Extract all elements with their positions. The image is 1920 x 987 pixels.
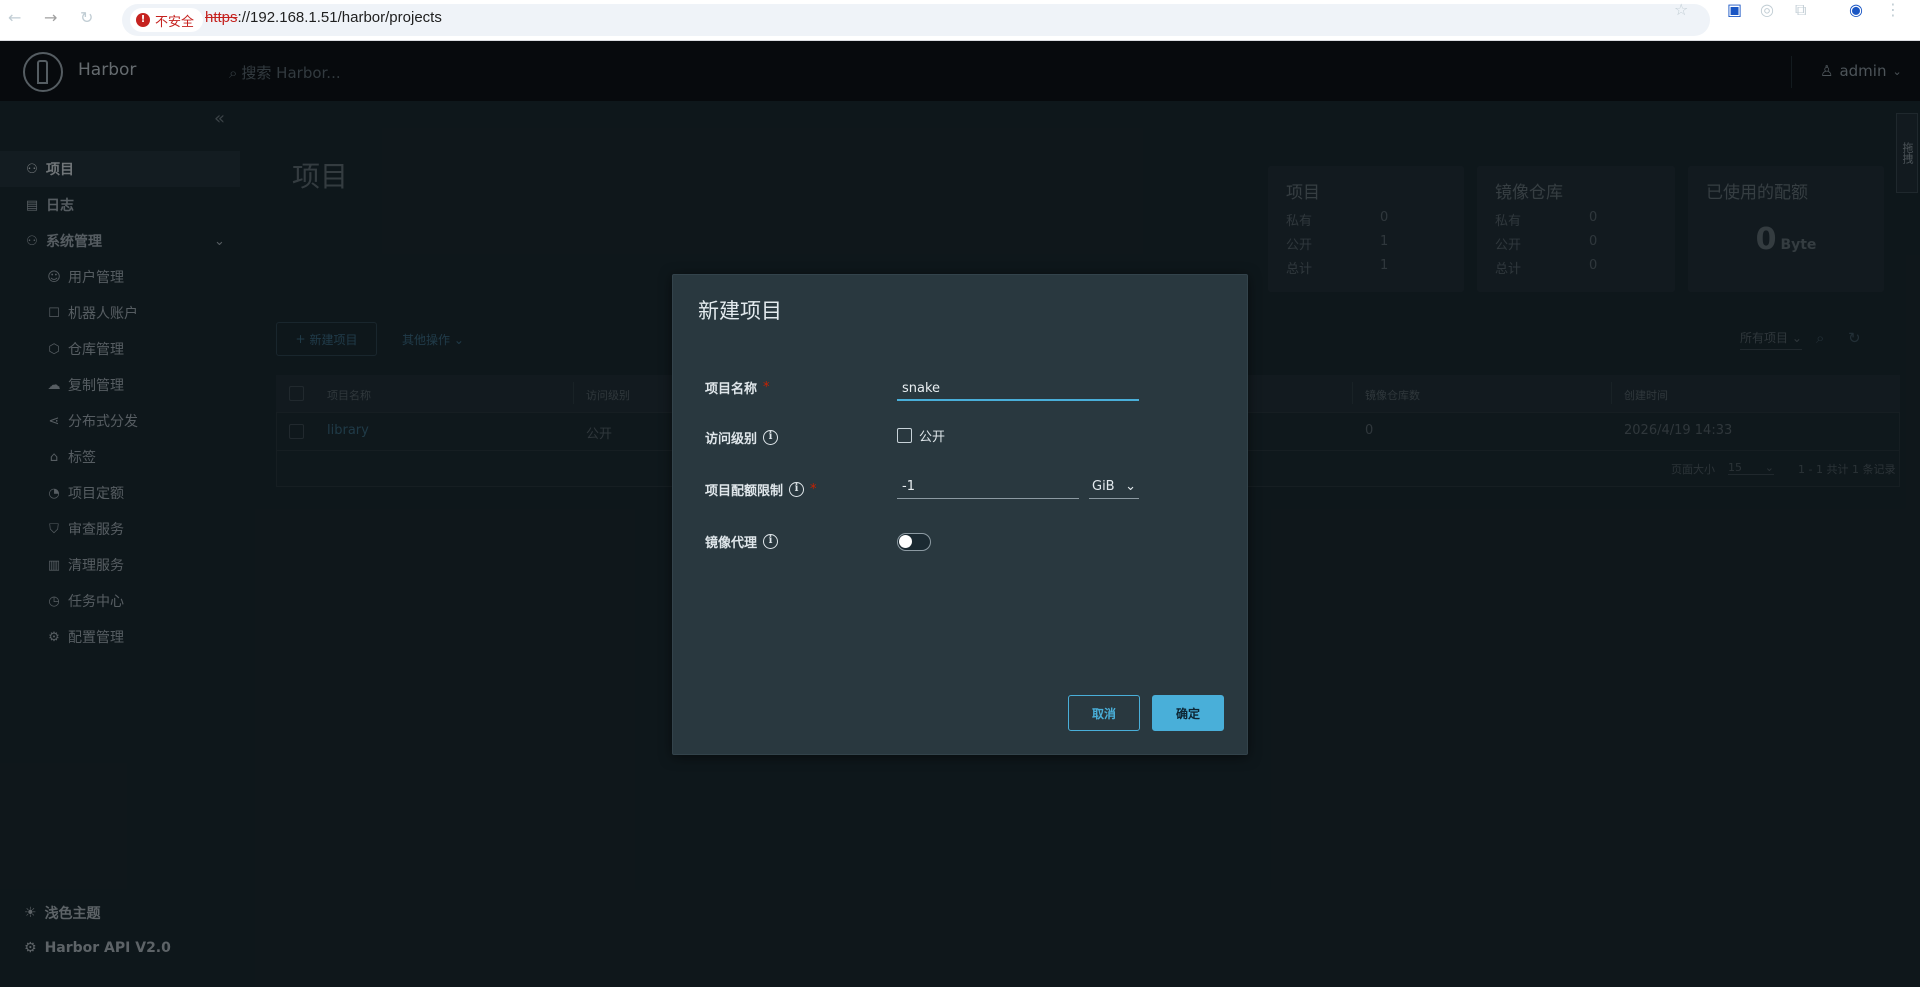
info-icon[interactable]: i [763, 534, 779, 549]
reload-icon[interactable]: ↻ [80, 8, 93, 27]
extensions-icon[interactable]: ⧉ [1795, 0, 1806, 20]
public-label: 公开 [919, 430, 946, 445]
extension-badge-icon[interactable]: ▣ [1727, 0, 1742, 19]
url-text[interactable]: https://192.168.1.51/harbor/projects [205, 9, 442, 26]
quota-limit-label: 项目配额限制 i * [705, 482, 817, 499]
chevron-down-icon: ⌄ [1125, 479, 1136, 494]
back-icon[interactable]: ← [8, 8, 21, 27]
public-checkbox-wrap[interactable]: 公开 [897, 426, 945, 445]
info-icon[interactable]: i [763, 430, 779, 445]
menu-kebab-icon[interactable]: ⋮ [1885, 0, 1901, 19]
security-label: 不安全 [155, 14, 195, 30]
cancel-button[interactable]: 取消 [1068, 695, 1140, 731]
project-name-label: 项目名称 * [705, 380, 770, 397]
public-checkbox[interactable] [897, 428, 912, 443]
quota-unit-select[interactable]: GiB ⌄ [1089, 475, 1139, 499]
project-name-input[interactable] [897, 377, 1139, 401]
warning-icon: ! [136, 13, 150, 27]
new-project-dialog [672, 274, 1248, 755]
record-icon[interactable]: ◎ [1760, 0, 1774, 19]
proxy-cache-label: 镜像代理 i [705, 532, 779, 551]
access-level-label: 访问级别 i [705, 428, 779, 447]
bookmark-star-icon[interactable]: ☆ [1674, 0, 1688, 19]
required-marker: * [763, 380, 770, 395]
url-scheme: https [205, 9, 238, 26]
proxy-cache-toggle[interactable] [897, 533, 931, 551]
dialog-title: 新建项目 [698, 299, 782, 323]
profile-icon[interactable]: ◉ [1849, 0, 1863, 19]
info-icon[interactable]: i [789, 482, 805, 497]
required-marker: * [810, 482, 817, 497]
quota-limit-input[interactable] [897, 475, 1079, 499]
security-chip[interactable]: ! 不安全 [130, 8, 204, 32]
toggle-knob [899, 535, 912, 548]
ok-button[interactable]: 确定 [1152, 695, 1224, 731]
forward-icon[interactable]: → [44, 8, 57, 27]
url-rest: ://192.168.1.51/harbor/projects [237, 9, 442, 26]
